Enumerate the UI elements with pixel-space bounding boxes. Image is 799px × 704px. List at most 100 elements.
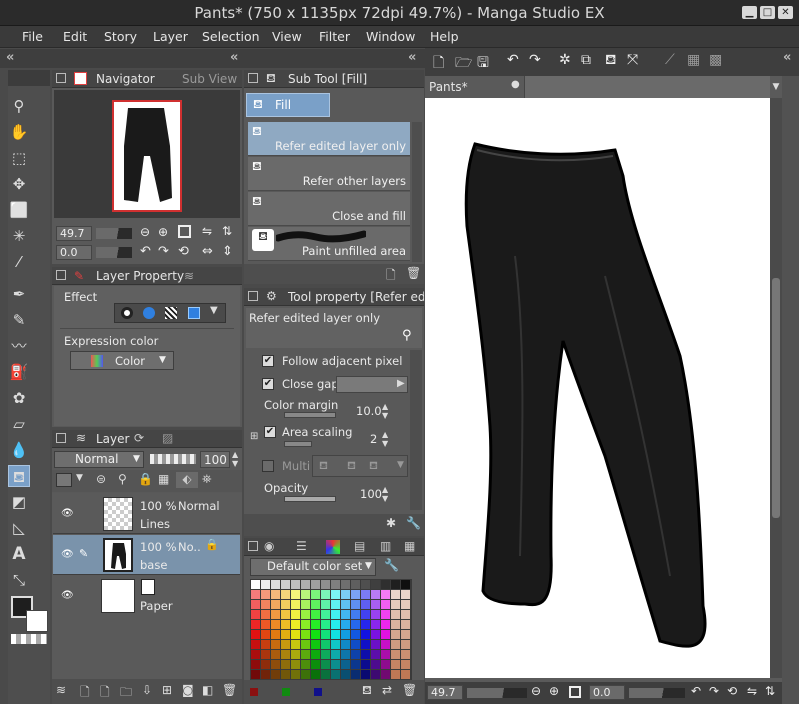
- pencil-icon[interactable]: ✎: [8, 309, 30, 331]
- palette-swatch[interactable]: [251, 640, 260, 649]
- menu-window[interactable]: Window: [366, 29, 415, 44]
- navigator-frame[interactable]: [112, 100, 182, 212]
- palette-swatch[interactable]: [281, 580, 290, 589]
- color-margin-slider[interactable]: [284, 412, 336, 418]
- angle-slider[interactable]: [96, 247, 132, 258]
- palette-swatch[interactable]: [381, 660, 390, 669]
- palette-swatch[interactable]: [381, 620, 390, 629]
- fill-icon[interactable]: ⛾: [605, 52, 616, 70]
- lock-icon[interactable]: 🔒: [205, 538, 219, 551]
- area-scaling-slider[interactable]: [284, 441, 312, 447]
- palette-swatch[interactable]: [271, 600, 280, 609]
- palette-swatch[interactable]: [341, 600, 350, 609]
- palette-swatch[interactable]: [251, 630, 260, 639]
- palette-swatch[interactable]: [361, 670, 370, 679]
- tab-extra-icon[interactable]: ▨: [162, 431, 173, 445]
- area-scaling-value[interactable]: 2: [370, 432, 377, 446]
- fit-view-icon[interactable]: [178, 225, 191, 238]
- flip-icon[interactable]: ⇕: [222, 244, 233, 259]
- color-set-icon[interactable]: [326, 540, 340, 554]
- color-wheel-icon[interactable]: ◉: [264, 539, 274, 553]
- opacity-field[interactable]: 100: [200, 451, 230, 468]
- chevron-down-icon[interactable]: ▼: [76, 473, 83, 483]
- menu-edit[interactable]: Edit: [63, 29, 87, 44]
- palette-swatch[interactable]: [401, 660, 410, 669]
- correct-line-icon[interactable]: ⤡: [8, 569, 30, 591]
- collapse-left-icon[interactable]: «: [6, 50, 14, 65]
- reference-icon[interactable]: ⛾: [347, 459, 356, 474]
- palette-swatch[interactable]: [321, 620, 330, 629]
- tab-extra-icon[interactable]: ≋: [184, 269, 194, 283]
- palette-swatch[interactable]: [291, 580, 300, 589]
- palette-swatch[interactable]: [351, 580, 360, 589]
- palette-swatch[interactable]: [331, 640, 340, 649]
- history-icon[interactable]: ▦: [404, 539, 415, 553]
- save-icon[interactable]: 🖫: [477, 52, 489, 76]
- palette-swatch[interactable]: [321, 650, 330, 659]
- palette-swatch[interactable]: [301, 580, 310, 589]
- wrench-icon[interactable]: 🔧: [406, 516, 421, 530]
- palette-swatch[interactable]: [281, 660, 290, 669]
- operation-icon[interactable]: ⬚: [8, 147, 30, 169]
- palette-swatch[interactable]: [371, 620, 380, 629]
- palette-swatch[interactable]: [281, 630, 290, 639]
- zoom-icon[interactable]: ⚲: [8, 95, 30, 117]
- canvas[interactable]: [425, 98, 770, 678]
- palette-swatch[interactable]: [281, 650, 290, 659]
- pen-icon[interactable]: ✒: [8, 283, 30, 305]
- palette-swatch[interactable]: [311, 670, 320, 679]
- palette-swatch[interactable]: [391, 640, 400, 649]
- tab-scroll-down-icon[interactable]: ▼: [770, 76, 782, 98]
- palette-swatch[interactable]: [351, 590, 360, 599]
- palette-swatch[interactable]: [351, 600, 360, 609]
- palette-swatch[interactable]: [251, 670, 260, 679]
- palette-swatch[interactable]: [401, 610, 410, 619]
- replace-color-icon[interactable]: ⇄: [382, 683, 392, 697]
- auto-select-icon[interactable]: ✳: [8, 225, 30, 247]
- palette-swatch[interactable]: [351, 650, 360, 659]
- chevron-down-icon[interactable]: ▼: [397, 460, 404, 470]
- zoom-in-icon[interactable]: ⊕: [549, 684, 559, 698]
- flip-horizontal-icon[interactable]: ⇋: [747, 684, 757, 698]
- tab-layer-property[interactable]: Layer Property: [96, 269, 184, 283]
- apply-mask-icon[interactable]: ◧: [202, 683, 213, 697]
- eye-icon[interactable]: 👁: [61, 590, 74, 601]
- new-raster-layer-icon[interactable]: 🗋: [80, 683, 90, 704]
- collapse-right-icon[interactable]: «: [783, 50, 791, 65]
- vertical-scrollbar[interactable]: [770, 98, 782, 678]
- palette-swatch[interactable]: [401, 640, 410, 649]
- palette-swatch[interactable]: [281, 670, 290, 679]
- palette-swatch[interactable]: [351, 630, 360, 639]
- reference-icon[interactable]: ⚲: [118, 472, 127, 486]
- palette-swatch[interactable]: [271, 650, 280, 659]
- layer-extra-icon[interactable]: ⛯: [202, 472, 212, 487]
- palette-swatch[interactable]: [381, 640, 390, 649]
- clear-icon[interactable]: ✲: [559, 52, 571, 68]
- opacity-spinner-icon[interactable]: ▲ ▼: [232, 450, 238, 468]
- palette-swatch[interactable]: [361, 580, 370, 589]
- canvas-zoom-slider[interactable]: [467, 688, 527, 698]
- palette-swatch[interactable]: [271, 640, 280, 649]
- palette-swatch[interactable]: [391, 610, 400, 619]
- palette-swatch[interactable]: [281, 610, 290, 619]
- palette-swatch[interactable]: [321, 660, 330, 669]
- palette-swatch[interactable]: [401, 650, 410, 659]
- palette-swatch[interactable]: [261, 580, 270, 589]
- search-icon[interactable]: ⚲: [402, 328, 412, 343]
- settings-icon[interactable]: ✱: [386, 516, 396, 530]
- palette-swatch[interactable]: [311, 650, 320, 659]
- palette-swatch[interactable]: [311, 610, 320, 619]
- follow-adjacent-checkbox[interactable]: ✔: [262, 355, 274, 367]
- delete-color-icon[interactable]: 🗑: [402, 683, 417, 697]
- sub-color-swatch[interactable]: [26, 610, 48, 632]
- ruler-icon[interactable]: ⟋: [665, 52, 675, 68]
- palette-swatch[interactable]: [301, 630, 310, 639]
- menu-story[interactable]: Story: [104, 29, 137, 44]
- opacity-value[interactable]: 100: [360, 487, 382, 501]
- layer-name[interactable]: base: [140, 558, 167, 572]
- palette-swatch[interactable]: [401, 590, 410, 599]
- flip-icon[interactable]: ⇔: [202, 244, 213, 259]
- snap-icon[interactable]: ▩: [709, 52, 722, 68]
- canvas-angle-field[interactable]: 0.0: [589, 685, 625, 700]
- palette-swatch[interactable]: [311, 620, 320, 629]
